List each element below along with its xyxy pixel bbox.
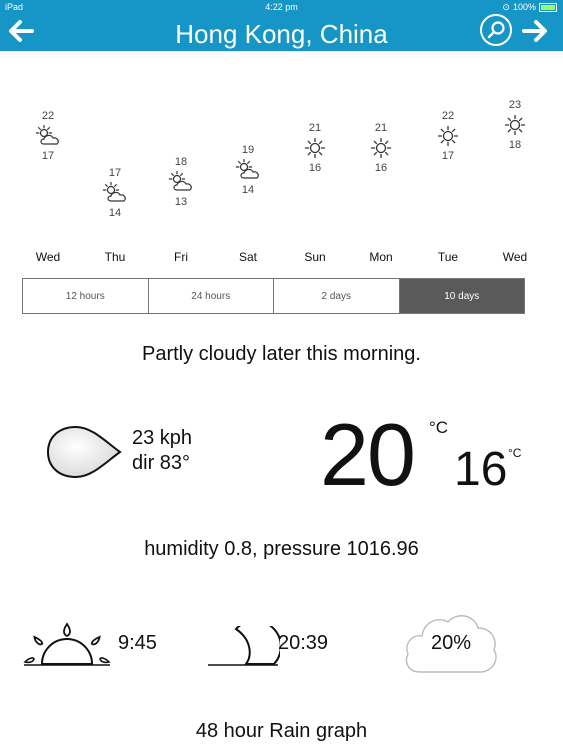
forecast-day: 21 16: [351, 121, 411, 175]
moon-icon: [208, 626, 280, 666]
high-temperature: 18: [174, 155, 188, 168]
battery-percent: 100%: [512, 2, 536, 12]
day-label: Tue: [437, 250, 459, 264]
forecast-chart: 22 17 Wed 17 14 Thu 18 13 Fri 19 14 Sat 21 16 Sun 21 16 M…: [0, 90, 563, 270]
forecast-day: 23 18: [485, 98, 545, 152]
partly-cloudy-icon: [35, 125, 61, 147]
partly-cloudy-icon: [235, 159, 261, 181]
status-right: ⊙ 100%: [502, 0, 557, 14]
day-label: Fri: [174, 250, 188, 264]
day-label: Sun: [304, 250, 326, 264]
low-temperature: 14: [108, 207, 122, 219]
day-label: Wed: [35, 250, 61, 264]
temperature-unit: °C: [429, 418, 449, 437]
low-temperature: 17: [441, 150, 455, 163]
high-temperature: 21: [374, 121, 388, 134]
forecast-day: 22 17: [418, 109, 478, 163]
wind-direction: dir 83°: [132, 452, 191, 474]
low-temperature: 18: [508, 139, 522, 151]
day-label: Sat: [238, 250, 257, 264]
forecast-day: 21 16: [285, 121, 345, 175]
low-temperature: 16: [308, 161, 322, 174]
high-temperature: 22: [441, 110, 455, 123]
forecast-day: 22 17: [18, 109, 78, 163]
forecast-day: 19 14: [218, 143, 278, 197]
sun-icon: [368, 137, 394, 159]
sunrise-time: 9:45: [118, 632, 157, 654]
sun-icon: [302, 137, 328, 159]
partly-cloudy-icon: [168, 170, 194, 193]
wind-info: 23 kph dir 83°: [132, 426, 192, 476]
feels-like-unit: °C: [508, 446, 522, 460]
search-button[interactable]: [479, 13, 513, 47]
arrow-right-icon: [522, 20, 547, 42]
partly-cloudy-icon: [102, 181, 128, 204]
low-temperature: 13: [174, 195, 188, 208]
forward-button[interactable]: [520, 16, 550, 46]
day-label: Wed: [502, 250, 528, 264]
low-temperature: 17: [41, 150, 55, 163]
humidity-pressure: humidity 0.8, pressure 1016.96: [144, 538, 419, 560]
tab-2-days[interactable]: 2 days: [274, 279, 400, 313]
status-bar: iPad 4:22 pm ⊙ 100%: [0, 0, 563, 14]
current-temperature: 20: [320, 405, 416, 504]
high-temperature: 21: [308, 121, 322, 134]
status-time: 4:22 pm: [265, 2, 298, 12]
tab-24-hours[interactable]: 24 hours: [149, 279, 274, 313]
day-label: Mon: [369, 250, 393, 264]
sun-icon: [502, 114, 528, 136]
sun-icon: [435, 125, 461, 147]
forecast-day: 17 14: [85, 166, 145, 220]
search-icon: [480, 14, 512, 46]
high-temperature: 17: [108, 167, 122, 179]
time-range-tabs: 12 hours 24 hours 2 days 10 days: [22, 278, 525, 314]
tab-10-days[interactable]: 10 days: [399, 279, 524, 313]
day-label: Thu: [104, 250, 126, 264]
high-temperature: 19: [241, 144, 255, 157]
rain-graph-title: 48 hour Rain graph: [195, 720, 368, 742]
weather-summary: Partly cloudy later this morning.: [141, 343, 421, 365]
wind-direction-icon: [46, 425, 122, 479]
high-temperature: 23: [508, 99, 522, 111]
low-temperature: 14: [241, 184, 255, 197]
feels-like-temperature: 16: [454, 443, 508, 496]
battery-icon: [539, 2, 557, 12]
rotation-lock-icon: ⊙: [502, 2, 510, 12]
header-bar: iPad 4:22 pm ⊙ 100% Hong Kong, China: [0, 0, 563, 51]
low-temperature: 16: [374, 161, 388, 174]
rain-chance: 20%: [430, 632, 472, 654]
moonset-time: 20:39: [278, 632, 329, 654]
sunrise-icon: [23, 622, 111, 666]
forecast-day: 18 13: [151, 155, 211, 209]
wind-speed: 23 kph: [132, 427, 193, 449]
tab-12-hours[interactable]: 12 hours: [23, 279, 149, 313]
high-temperature: 22: [41, 110, 55, 123]
